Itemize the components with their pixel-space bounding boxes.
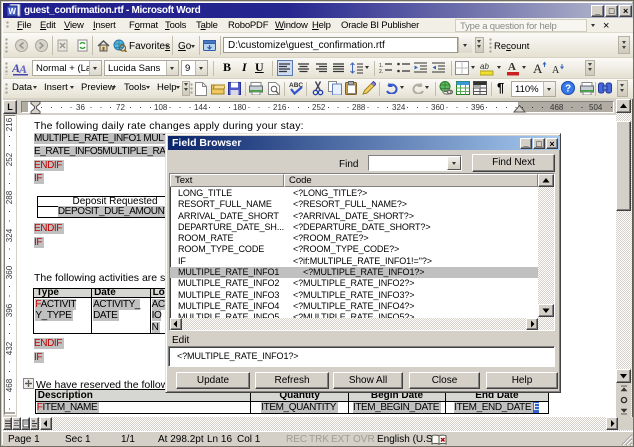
svg-text:A: A (533, 61, 543, 75)
svg-text:2.: 2. (379, 69, 383, 74)
svg-text:A: A (552, 65, 560, 75)
svg-text:ab: ab (480, 62, 489, 71)
svg-text:?: ? (565, 84, 571, 95)
svg-text:W: W (8, 7, 16, 16)
svg-text:A: A (18, 62, 27, 76)
svg-text:A: A (508, 61, 516, 73)
